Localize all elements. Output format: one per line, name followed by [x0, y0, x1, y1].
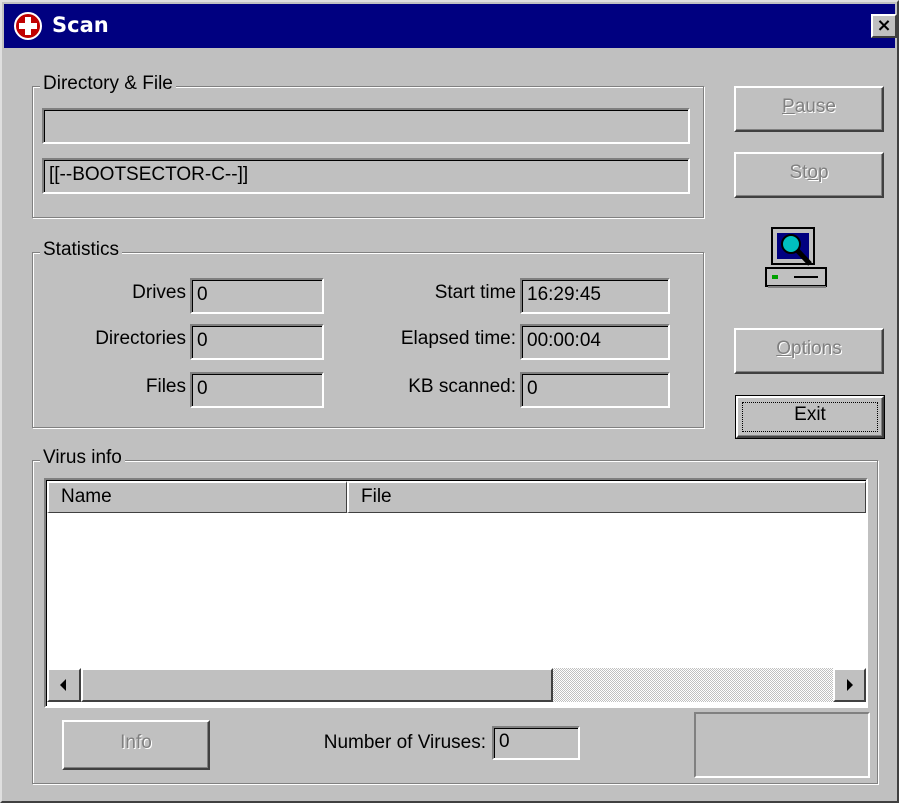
status-panel [694, 712, 870, 778]
start-time-label: Start time [434, 282, 516, 303]
medical-cross-icon [14, 12, 42, 40]
stop-mnemonic: o [807, 162, 818, 183]
pause-mnemonic: P [782, 96, 795, 117]
info-label: Info [120, 732, 152, 753]
directories-label: Directories [95, 328, 186, 349]
scrollbar-thumb[interactable] [81, 668, 553, 702]
drives-value: 0 [190, 278, 324, 314]
scrollbar-track[interactable] [553, 668, 833, 702]
kb-scanned-label: KB scanned: [408, 376, 516, 397]
computer-magnifier-icon [764, 226, 828, 292]
directory-field [42, 108, 690, 144]
number-of-viruses-value: 0 [492, 726, 580, 760]
horizontal-scrollbar[interactable] [47, 668, 866, 702]
number-of-viruses-label: Number of Viruses: [323, 732, 486, 753]
files-value: 0 [190, 372, 324, 408]
stop-label-start: St [789, 162, 808, 183]
directory-file-group [32, 86, 704, 218]
column-header-name[interactable]: Name [47, 481, 347, 513]
close-button[interactable]: × [871, 14, 897, 38]
exit-button[interactable]: Exit [735, 395, 885, 439]
drives-label: Drives [132, 282, 186, 303]
options-button[interactable]: Options [734, 328, 884, 374]
stop-button[interactable]: Stop [734, 152, 884, 198]
info-button[interactable]: Info [62, 720, 210, 770]
pause-button[interactable]: Pause [734, 86, 884, 132]
options-label: ptions [791, 338, 842, 359]
scroll-right-button[interactable] [833, 668, 866, 702]
kb-scanned-value: 0 [520, 372, 670, 408]
files-label: Files [145, 376, 186, 397]
close-icon: × [876, 15, 892, 36]
elapsed-time-label: Elapsed time: [400, 328, 516, 349]
window-title: Scan [52, 13, 109, 37]
stop-label-end: p [817, 162, 829, 183]
directories-value: 0 [190, 324, 324, 360]
elapsed-time-value: 00:00:04 [520, 324, 670, 360]
title-bar[interactable]: Scan × [4, 4, 897, 48]
virus-list[interactable]: Name File [44, 478, 868, 708]
arrow-right-icon [847, 679, 853, 691]
column-header-file[interactable]: File [347, 481, 866, 513]
statistics-legend: Statistics [40, 240, 123, 260]
directory-file-legend: Directory & File [40, 74, 176, 94]
focus-rectangle [742, 402, 878, 432]
start-time-value: 16:29:45 [520, 278, 670, 314]
scroll-left-button[interactable] [47, 668, 81, 702]
file-field: [[--BOOTSECTOR-C--]] [42, 158, 690, 194]
arrow-left-icon [60, 679, 66, 691]
pause-label: ause [794, 96, 836, 117]
options-mnemonic: O [776, 338, 792, 359]
virus-info-legend: Virus info [40, 448, 125, 468]
